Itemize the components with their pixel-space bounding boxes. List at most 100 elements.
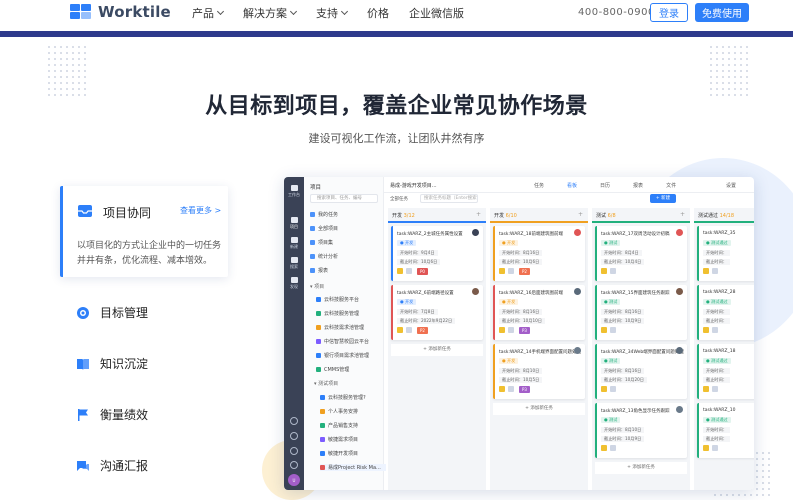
sidebar-project[interactable]: 易成Project Risk Ma... — [320, 464, 386, 471]
task-card[interactable]: task:WARZ_35 ● 测试通过 开始时间： 截止时间： — [697, 226, 754, 281]
task-card[interactable]: task:WARZ_15界面建筑任务跟踪 ● 测试 开始时间：8月16日 截止时间：1… — [595, 285, 687, 340]
task-card[interactable]: task:WARZ_2主城任务属性设置 ● 开发 开始时间：9月4日 截止时间：10月… — [391, 226, 483, 281]
tag-box — [610, 386, 616, 392]
sidebar-project[interactable]: 个人事务安排 — [320, 408, 358, 415]
tab-报表[interactable]: 报表 — [633, 182, 643, 189]
priority-tag: P2 — [417, 327, 428, 334]
apps-icon[interactable] — [290, 461, 298, 469]
add-task-button[interactable]: + 添加新任务 — [493, 403, 585, 415]
logo[interactable]: Worktile — [70, 2, 171, 22]
sidebar-project[interactable]: CMMS管理 — [316, 366, 349, 373]
logo-icon — [70, 4, 92, 20]
task-card[interactable]: task:WARZ_13角色显示任务跟踪 ● 测试 开始时间：8月10日 截止时间：1… — [595, 403, 687, 458]
nav-item-label: 产品 — [192, 7, 214, 20]
add-icon[interactable]: + — [476, 211, 481, 218]
column-bar — [694, 221, 754, 223]
column-header: 测试通过 14/18 — [698, 212, 734, 219]
sidebar-project[interactable]: 中信智慧校园云平台 — [316, 338, 369, 345]
feature-item-report[interactable]: 沟通汇报 — [76, 457, 148, 474]
sidebar-project[interactable]: 云科技服务管理? — [320, 394, 366, 401]
app-rail: U 工作台项目新建搜索发现 — [284, 177, 304, 490]
notification-icon[interactable] — [290, 432, 298, 440]
sidebar-project[interactable]: 敏捷需求项目 — [320, 436, 358, 443]
add-task-button[interactable]: + 添加新任务 — [391, 344, 483, 356]
column-bar — [388, 221, 486, 223]
sidebar-search-input[interactable]: 搜索项目、任务、编号 — [310, 194, 378, 203]
project-label: 云科技服务管理? — [328, 395, 366, 401]
task-card[interactable]: task:WARZ_14手机端界面配置问题处理 ● 开发 开始时间：8月10日 截止时… — [493, 344, 585, 399]
nav-item-3[interactable]: 价格 — [367, 5, 389, 21]
project-label: 云科技服务平台 — [324, 297, 360, 303]
task-search-input[interactable]: 搜索任务标题（Enter搜索） — [420, 194, 478, 203]
rail-item-3[interactable]: 搜索 — [287, 257, 301, 270]
project-name[interactable]: 易成-游戏开发项目... — [390, 182, 437, 189]
feature-item-knowledge[interactable]: 知识沉淀 — [76, 355, 148, 372]
avatar — [676, 288, 683, 295]
sidebar-item[interactable]: 报表 — [310, 267, 328, 274]
sidebar-project[interactable]: 云科技服务平台 — [316, 296, 359, 303]
project-icon — [320, 395, 325, 400]
sidebar-item[interactable]: 我的任务 — [310, 211, 338, 218]
task-card[interactable]: task:WARZ_18 ● 测试通过 开始时间： 截止时间： — [697, 344, 754, 399]
sidebar-section[interactable]: ▾ 项目 — [310, 283, 324, 290]
new-task-button[interactable]: + 新建 — [650, 194, 676, 203]
settings-icon[interactable] — [290, 417, 298, 425]
sidebar-project[interactable]: 产品销售支持 — [320, 422, 358, 429]
task-card[interactable]: task:WARZ_16后面建筑图前端 ● 开发 开始时间：8月16日 截止时间：10… — [493, 285, 585, 340]
column-bar — [592, 221, 690, 223]
settings-link[interactable]: 设置 — [726, 182, 736, 189]
sidebar-project[interactable]: 敏捷开发项目 — [320, 450, 358, 457]
due-date: 截止时间：10月10日 — [499, 318, 545, 324]
add-task-button[interactable]: + 添加新任务 — [595, 462, 687, 474]
tab-日历[interactable]: 日历 — [600, 182, 610, 189]
status-badge: ● 测试通过 — [703, 299, 731, 305]
task-title: task:WARZ_14手机端界面配置问题处理 — [499, 350, 581, 355]
nav-item-4[interactable]: 企业微信版 — [409, 5, 464, 21]
task-card[interactable]: task:WARZ_17双周活动设计初稿 ● 测试 开始时间：8月4日 截止时间：10… — [595, 226, 687, 281]
feature-item-goals[interactable]: 目标管理 — [76, 304, 148, 321]
project-label: 银行项目需求池管理 — [324, 353, 370, 359]
task-filter[interactable]: 全部任务 — [390, 196, 408, 202]
project-label: 敏捷需求项目 — [328, 437, 359, 443]
feature-item-performance[interactable]: 衡量绩效 — [76, 406, 148, 423]
nav-item-2[interactable]: 支持 — [316, 5, 349, 21]
sidebar-project[interactable]: 云科技服务管理 — [316, 310, 359, 317]
start-date: 开始时间：8月16日 — [499, 309, 543, 315]
sidebar-item[interactable]: 全部项目 — [310, 225, 338, 232]
nav-item-0[interactable]: 产品 — [192, 5, 225, 21]
tag-box — [610, 327, 616, 333]
add-icon[interactable]: + — [680, 211, 685, 218]
priority-tag: P0 — [417, 268, 428, 275]
start-date: 开始时间：7月8日 — [397, 309, 438, 315]
column-header: 开发 3/12 — [392, 212, 415, 219]
rail-item-2[interactable]: 新建 — [287, 237, 301, 250]
rail-item-4[interactable]: 发现 — [287, 277, 301, 290]
sidebar-project[interactable]: 银行项目需求池管理 — [316, 352, 369, 359]
sidebar-item[interactable]: 项目集 — [310, 239, 333, 246]
feature-card-active[interactable]: 项目协同 查看更多 > 以项目化的方式让企业中的一切任务并井有条，优化流程、减本… — [60, 186, 228, 277]
see-more-link[interactable]: 查看更多 > — [180, 205, 221, 216]
flag-icon — [78, 408, 88, 421]
sidebar-section[interactable]: ▾ 测试项目 — [314, 380, 338, 387]
book-icon — [77, 358, 89, 370]
sidebar-item[interactable]: 统计分析 — [310, 253, 338, 260]
avatar[interactable]: U — [288, 474, 300, 486]
task-card[interactable]: task:WARZ_18前端建筑图前端 ● 开发 开始时间：8月16日 截止时间：10… — [493, 226, 585, 281]
task-card[interactable]: task:WARZ_34Web端界面配置问题处理 ● 测试 开始时间：8月16日 截止… — [595, 344, 687, 399]
task-card[interactable]: task:WARZ_28 ● 测试通过 开始时间： 截止时间： — [697, 285, 754, 340]
task-card[interactable]: task:WARZ_10 ● 测试通过 开始时间： 截止时间： — [697, 403, 754, 458]
login-button[interactable]: 登录 — [650, 3, 688, 22]
help-icon[interactable] — [290, 447, 298, 455]
task-title: task:WARZ_34Web端界面配置问题处理 — [601, 350, 684, 355]
tab-看板[interactable]: 看板 — [567, 182, 577, 189]
sidebar-project[interactable]: 云科技需求池管理 — [316, 324, 364, 331]
task-card[interactable]: task:WARZ_6前端路径设置 ● 开发 开始时间：7月8日 截止时间：2022年… — [391, 285, 483, 340]
rail-item-1[interactable]: 项目 — [287, 217, 301, 230]
project-icon — [320, 423, 325, 428]
free-signup-button[interactable]: 免费使用 — [695, 3, 749, 22]
add-icon[interactable]: + — [578, 211, 583, 218]
rail-item-0[interactable]: 工作台 — [287, 185, 301, 198]
tab-任务[interactable]: 任务 — [534, 182, 544, 189]
tab-文件[interactable]: 文件 — [666, 182, 676, 189]
nav-item-1[interactable]: 解决方案 — [243, 5, 298, 21]
